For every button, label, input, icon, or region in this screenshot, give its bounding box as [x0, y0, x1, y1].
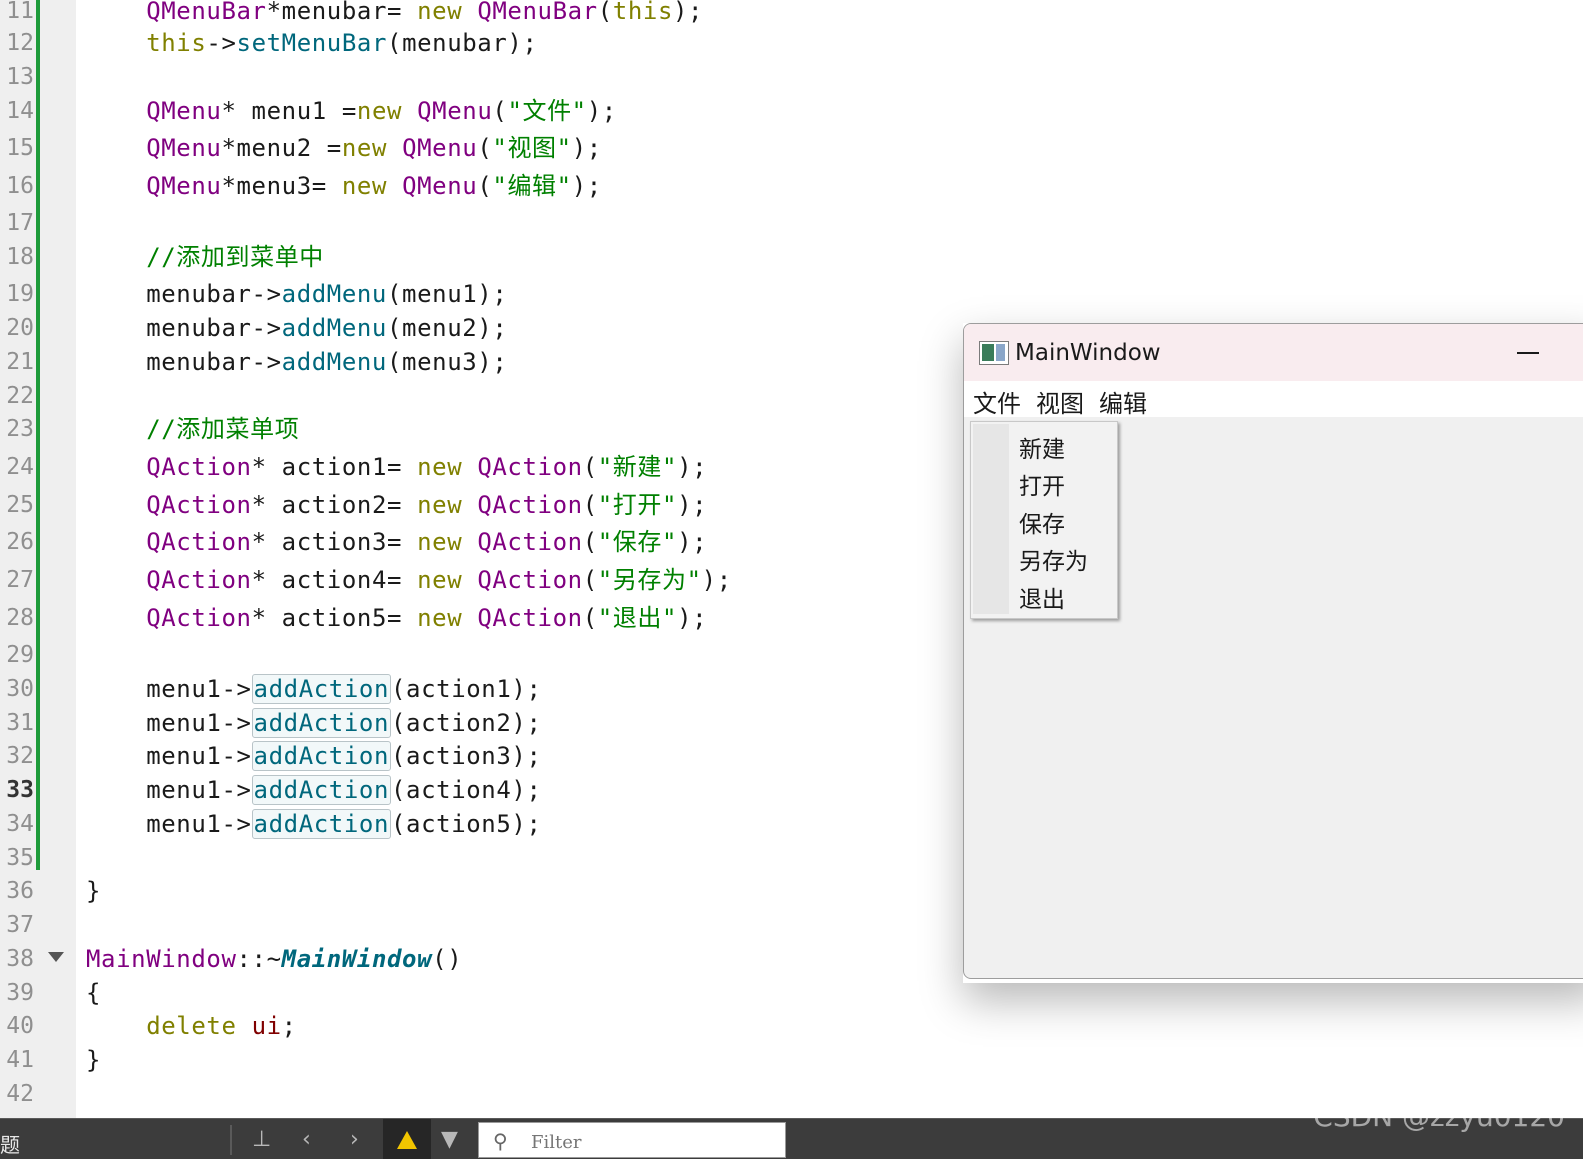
code-line: QAction* action5= new QAction("退出"); — [146, 604, 708, 632]
search-icon: ⚲ — [493, 1129, 508, 1153]
code-line: } — [86, 1046, 102, 1074]
line-number: 18 — [6, 244, 34, 270]
code-line: MainWindow::~MainWindow() — [86, 945, 463, 973]
line-number: 38 — [6, 946, 34, 972]
line-number: 42 — [6, 1081, 34, 1107]
code-line: QAction* action1= new QAction("新建"); — [146, 453, 708, 481]
filter-funnel-icon[interactable]: ▼ — [441, 1127, 458, 1152]
line-number: 16 — [6, 173, 34, 199]
title-bar[interactable]: MainWindow — [964, 324, 1583, 381]
line-number: 17 — [6, 210, 34, 236]
line-number: 27 — [6, 567, 34, 593]
line-number: 23 — [6, 416, 34, 442]
menu-bar: 文件 视图 编辑 — [964, 381, 1583, 419]
line-number: 41 — [6, 1047, 34, 1073]
clean-icon[interactable]: ⊥ — [252, 1127, 271, 1152]
menu-edit[interactable]: 编辑 — [1099, 384, 1147, 419]
code-line: QMenuBar*menubar= new QMenuBar(this); — [146, 0, 704, 25]
line-number: 21 — [6, 349, 34, 375]
line-number: 31 — [6, 710, 34, 736]
line-number: 28 — [6, 605, 34, 631]
code-line: QAction* action3= new QAction("保存"); — [146, 528, 708, 556]
code-line: QMenu* menu1 =new QMenu("文件"); — [146, 97, 617, 125]
line-number: 14 — [6, 98, 34, 124]
line-number: 12 — [6, 30, 34, 56]
menu-item-exit[interactable]: 退出 — [1019, 580, 1065, 614]
window-title: MainWindow — [1015, 340, 1161, 366]
line-number: 25 — [6, 492, 34, 518]
code-line: } — [86, 877, 102, 905]
code-line: menu1->addAction(action1); — [86, 674, 542, 704]
line-number: 29 — [6, 642, 34, 668]
warning-filter-button[interactable] — [383, 1119, 431, 1159]
line-number: 19 — [6, 281, 34, 307]
line-number-current: 33 — [6, 777, 34, 803]
watermark: CSDN @zzyu0120 — [1313, 1100, 1565, 1133]
menu-view[interactable]: 视图 — [1036, 384, 1084, 419]
code-line: this->setMenuBar(menubar); — [146, 29, 538, 57]
line-number: 15 — [6, 135, 34, 161]
code-line: QAction* action2= new QAction("打开"); — [146, 491, 708, 519]
code-line: QMenu*menu3= new QMenu("编辑"); — [146, 172, 602, 200]
filter-box[interactable]: ⚲ — [478, 1122, 786, 1158]
toolbar-separator — [230, 1125, 232, 1155]
code-line-current: menu1->addAction(action4); — [86, 775, 542, 805]
issues-tab[interactable]: 题 — [0, 1129, 20, 1158]
line-number: 20 — [6, 315, 34, 341]
line-number: 13 — [6, 64, 34, 90]
menu-item-save-as[interactable]: 另存为 — [1019, 542, 1088, 576]
line-number: 35 — [6, 845, 34, 871]
code-line: //添加菜单项 — [146, 415, 300, 443]
line-number: 24 — [6, 454, 34, 480]
code-line: menubar->addMenu(menu2); — [86, 314, 508, 342]
menu-file[interactable]: 文件 — [973, 384, 1021, 419]
code-line: { — [86, 979, 102, 1007]
code-line: menu1->addAction(action5); — [86, 809, 542, 839]
change-marker — [36, 0, 40, 870]
code-line: QMenu*menu2 =new QMenu("视图"); — [146, 134, 602, 162]
file-menu-dropdown: 新建 打开 保存 另存为 退出 — [970, 421, 1118, 619]
line-number: 34 — [6, 811, 34, 837]
code-line: menubar->addMenu(menu1); — [86, 280, 508, 308]
line-number: 40 — [6, 1013, 34, 1039]
code-line: menu1->addAction(action2); — [86, 708, 542, 738]
warning-icon — [397, 1131, 417, 1149]
next-icon[interactable]: › — [350, 1127, 359, 1152]
line-number: 39 — [6, 980, 34, 1006]
line-number: 11 — [6, 0, 34, 24]
menu-item-new[interactable]: 新建 — [1019, 430, 1065, 464]
line-number: 36 — [6, 878, 34, 904]
app-icon — [979, 341, 1009, 365]
line-number: 37 — [6, 912, 34, 938]
menu-item-open[interactable]: 打开 — [1019, 467, 1065, 501]
filter-input[interactable] — [529, 1129, 773, 1155]
previous-icon[interactable]: ‹ — [302, 1127, 311, 1152]
icon-strip — [973, 424, 1009, 614]
line-number: 32 — [6, 743, 34, 769]
code-line: QAction* action4= new QAction("另存为"); — [146, 566, 732, 594]
menu-item-save[interactable]: 保存 — [1019, 505, 1065, 539]
code-line: menubar->addMenu(menu3); — [86, 348, 508, 376]
code-line: //添加到菜单中 — [146, 243, 324, 271]
code-line: menu1->addAction(action3); — [86, 741, 542, 771]
line-number: 22 — [6, 383, 34, 409]
code-line: delete ui; — [146, 1012, 297, 1040]
line-number: 30 — [6, 676, 34, 702]
fold-arrow-icon[interactable] — [48, 952, 64, 962]
minimize-icon[interactable] — [1517, 352, 1539, 354]
line-number: 26 — [6, 529, 34, 555]
line-number-gutter: 11 12 13 14 15 16 17 18 19 20 21 22 23 2… — [0, 0, 76, 1118]
